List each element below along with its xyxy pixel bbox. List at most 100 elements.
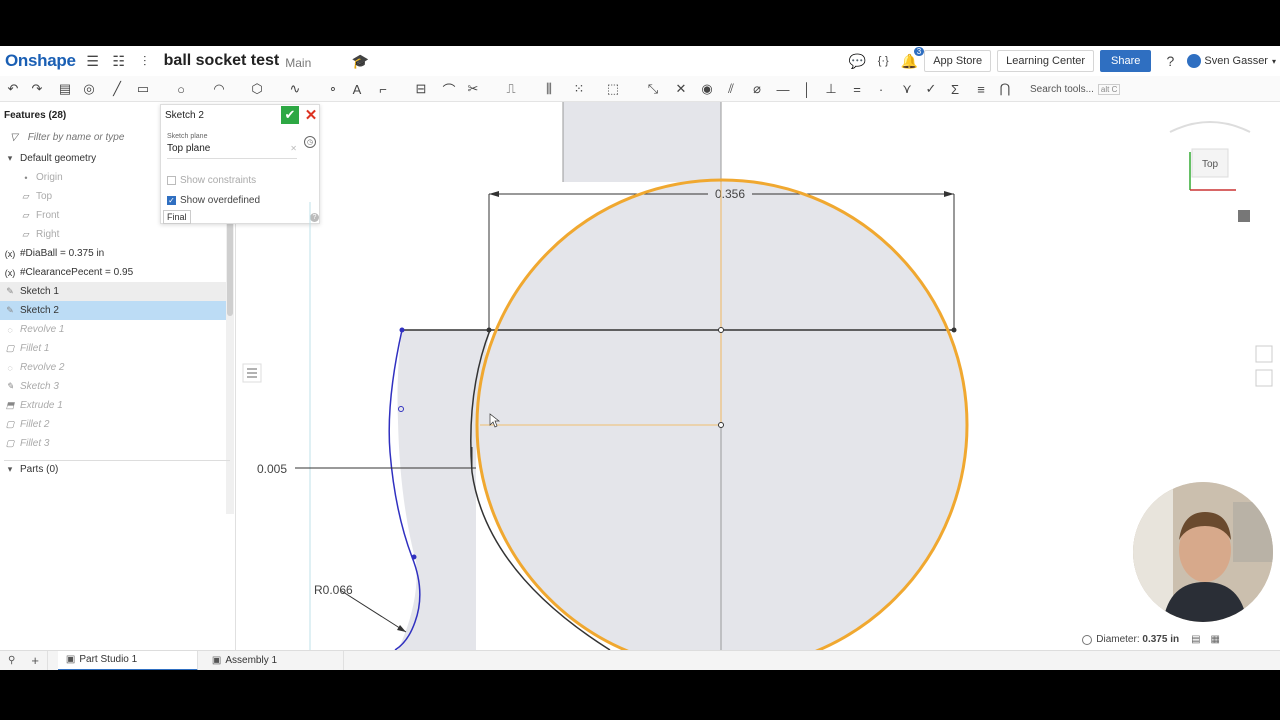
midpoint[interactable] <box>718 327 724 333</box>
feature-variable-clearance[interactable]: (x) #ClearancePecent = 0.95 <box>0 263 226 282</box>
units-icon[interactable]: ▤ <box>1191 634 1200 645</box>
search-tools[interactable]: Search tools... alt C <box>1030 80 1130 98</box>
spline-point[interactable] <box>411 554 417 560</box>
tab-part-studio-1[interactable]: ▣ Part Studio 1 <box>57 650 198 670</box>
parallel-icon[interactable]: ⫽ <box>722 80 740 98</box>
sketch-dialog-title: Sketch 2 <box>165 110 204 121</box>
fix-icon[interactable]: ≡ <box>972 80 990 98</box>
notifications-icon[interactable]: 🔔 3 <box>900 47 925 70</box>
curvature-icon[interactable]: ⋂ <box>996 80 1014 98</box>
coincident-icon[interactable]: ✕ <box>672 80 690 98</box>
endpoint[interactable] <box>399 327 405 333</box>
sketch-plane-icon[interactable]: ⊟ <box>412 80 430 98</box>
search-tabs-icon[interactable]: ⚲ <box>0 651 23 671</box>
comments-icon[interactable]: 💬 <box>848 52 866 70</box>
parts-group[interactable]: ▾ Parts (0) <box>0 460 226 479</box>
feature-fillet-1[interactable]: ▢ Fillet 1 <box>0 339 226 358</box>
transform-tool-icon[interactable]: ⬚ <box>604 80 622 98</box>
feature-list-icon[interactable]: ☷ <box>110 52 128 70</box>
variable-icon: (x) <box>4 267 16 278</box>
offset-tool-icon[interactable]: ⎍ <box>502 80 520 98</box>
learning-cap-icon[interactable]: 🎓 <box>351 52 369 70</box>
table-icon[interactable]: ▦ <box>1211 634 1220 645</box>
appearance-panel-icon[interactable] <box>1255 345 1273 363</box>
learning-center-button[interactable]: Learning Center <box>997 50 1095 72</box>
symmetric-icon[interactable]: Σ <box>946 80 964 98</box>
feature-label: Sketch 1 <box>20 286 59 297</box>
filter-input[interactable] <box>27 131 148 143</box>
extrude-icon: ⬒ <box>5 400 15 410</box>
redo-icon[interactable]: ↷ <box>28 80 46 98</box>
midpoint-icon[interactable]: · <box>872 80 890 98</box>
parts-label: Parts (0) <box>20 464 59 475</box>
branch-label[interactable]: Main <box>285 56 311 70</box>
dimension-width[interactable]: 0.356 <box>715 187 745 201</box>
share-button[interactable]: Share <box>1100 50 1152 72</box>
vertical-icon[interactable]: │ <box>798 80 816 98</box>
feature-fillet-2[interactable]: ▢ Fillet 2 <box>0 415 226 434</box>
tab-assembly-1[interactable]: ▣ Assembly 1 <box>204 650 344 670</box>
measure-icon[interactable]: ◎ <box>80 80 98 98</box>
search-shortcut: alt C <box>1097 83 1121 95</box>
clipboard-icon[interactable]: ▤ <box>56 80 74 98</box>
help-icon[interactable]: ? <box>1161 52 1179 70</box>
pierce-icon[interactable]: ✓ <box>922 80 940 98</box>
feature-sketch-1[interactable]: ✎ Sketch 1 <box>0 282 226 301</box>
spline-tool-icon[interactable]: ∿ <box>286 80 304 98</box>
dimension-small[interactable]: 0.005 <box>257 462 287 476</box>
feature-variable-diaball[interactable]: (x) #DiaBall = 0.375 in <box>0 244 226 263</box>
feature-revolve-2[interactable]: ◌ Revolve 2 <box>0 358 226 377</box>
arc-tool-icon[interactable]: ◠ <box>210 80 228 98</box>
text-tool-icon[interactable]: A <box>348 80 366 98</box>
circle-tool-icon[interactable]: ○ <box>172 80 190 98</box>
onshape-logo[interactable]: Onshape <box>5 51 76 71</box>
feature-filter[interactable]: ▽ <box>4 128 154 146</box>
graphics-canvas[interactable]: 0.356 0.005 R0.066 Top <box>240 102 1280 650</box>
dimension-radius[interactable]: R0.066 <box>314 583 353 597</box>
code-braces-icon[interactable]: {·} <box>874 52 892 70</box>
undo-icon[interactable]: ↶ <box>4 80 22 98</box>
view-cube-label: Top <box>1202 159 1219 170</box>
mirror-tool-icon[interactable]: ⫼ <box>540 80 558 98</box>
checkbox-checked: ✓ <box>167 196 176 205</box>
fillet-tool-icon[interactable]: ⌒ <box>440 80 458 98</box>
point-tool-icon[interactable]: ∘ <box>324 80 342 98</box>
construction-icon[interactable]: ⌐ <box>374 80 392 98</box>
menu-icon[interactable]: ☰ <box>84 52 102 70</box>
endpoint[interactable] <box>951 327 957 333</box>
arrow-radius-icon <box>397 625 406 632</box>
tangent-icon[interactable]: ⌀ <box>748 80 766 98</box>
sketch-plane-value: Top plane <box>167 143 211 154</box>
feature-extrude-1[interactable]: ⬒ Extrude 1 <box>0 396 226 415</box>
center-point[interactable] <box>718 422 724 428</box>
feature-fillet-3[interactable]: ▢ Fillet 3 <box>0 434 226 453</box>
dimension-tool-icon[interactable]: ⤡ <box>644 80 662 98</box>
trim-tool-icon[interactable]: ✂ <box>464 80 482 98</box>
polygon-tool-icon[interactable]: ⬡ <box>248 80 266 98</box>
pattern-tool-icon[interactable]: ⁙ <box>570 80 588 98</box>
document-title[interactable]: ball socket test <box>164 52 280 70</box>
status-readout: Diameter: 0.375 in ▤ ▦ <box>1082 634 1220 645</box>
variables-icon[interactable]: ⫶ <box>136 52 154 70</box>
concentric-icon[interactable]: ◉ <box>698 80 716 98</box>
user-menu[interactable]: Sven Gasser ▾ <box>1187 54 1280 68</box>
line-tool-icon[interactable]: ╱ <box>108 80 126 98</box>
header: Onshape ☰ ☷ ⫶ ball socket test Main 🎓 💬 … <box>0 46 1280 76</box>
perpendicular-icon[interactable]: ⊥ <box>822 80 840 98</box>
feature-label: Sketch 2 <box>20 305 59 316</box>
endpoint[interactable] <box>486 327 492 333</box>
feature-right-plane[interactable]: ▱ Right <box>0 225 226 244</box>
add-tab-icon[interactable]: + <box>23 650 48 670</box>
rectangle-tool-icon[interactable]: ▭ <box>134 80 152 98</box>
view-cube[interactable]: Top <box>1169 121 1251 191</box>
feature-sketch-3[interactable]: ✎ Sketch 3 <box>0 377 226 396</box>
equal-icon[interactable]: = <box>848 80 866 98</box>
render-panel-icon[interactable] <box>1255 369 1273 387</box>
app-store-button[interactable]: App Store <box>924 50 992 72</box>
feature-sketch-2[interactable]: ✎ Sketch 2 <box>0 301 226 320</box>
horizontal-icon[interactable]: — <box>774 80 792 98</box>
view-mode-icon[interactable] <box>1238 210 1250 222</box>
normal-icon[interactable]: ⋎ <box>898 80 916 98</box>
final-button[interactable]: Final <box>163 210 191 224</box>
feature-revolve-1[interactable]: ◌ Revolve 1 <box>0 320 226 339</box>
